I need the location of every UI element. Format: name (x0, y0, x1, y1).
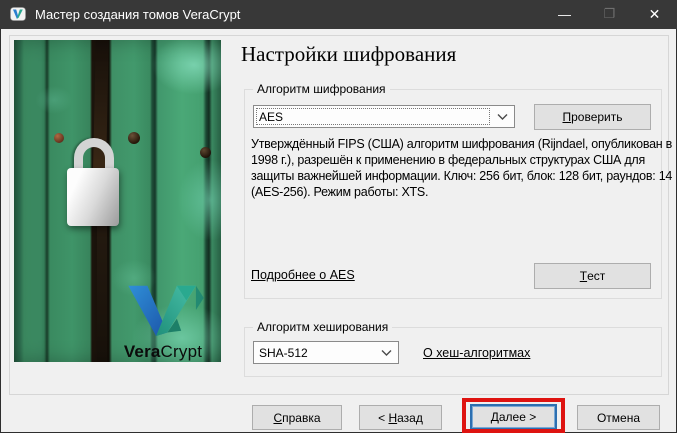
maximize-icon: ❐ (604, 6, 616, 22)
verify-button[interactable]: Проверить (534, 104, 651, 130)
back-button[interactable]: < Назад (359, 405, 442, 430)
minimize-icon: — (558, 7, 571, 22)
veracrypt-wizard-window: Мастер создания томов VeraCrypt — ❐ ✕ (0, 0, 677, 433)
door-seam (97, 222, 107, 362)
titlebar: Мастер создания томов VeraCrypt — ❐ ✕ (0, 0, 677, 29)
window-controls: — ❐ ✕ (542, 0, 677, 29)
hash-group-label: Алгоритм хеширования (253, 320, 392, 334)
hash-algorithm-value: SHA-512 (259, 346, 308, 360)
description-line: (AES-256). Режим работы: XTS. (251, 184, 661, 200)
description-line: Утверждённый FIPS (США) алгоритм шифрова… (251, 136, 661, 152)
veracrypt-app-icon (10, 6, 26, 22)
padlock-body (67, 168, 119, 226)
door-bolt (200, 147, 211, 158)
maximize-button: ❐ (587, 0, 632, 29)
algorithm-description: Утверждённый FIPS (США) алгоритм шифрова… (251, 136, 661, 200)
next-button[interactable]: Далее > (470, 404, 557, 430)
encryption-group-label: Алгоритм шифрования (253, 82, 390, 96)
logo-text-bold: Vera (124, 342, 161, 361)
encryption-algorithm-select[interactable]: AES (253, 105, 515, 128)
chevron-down-icon (381, 349, 392, 356)
veracrypt-logo: VeraCrypt (110, 284, 216, 362)
more-about-aes-link[interactable]: Подробнее о AES (251, 268, 355, 282)
veracrypt-logo-text: VeraCrypt (110, 342, 216, 362)
hash-info-link[interactable]: О хеш-алгоритмах (423, 346, 530, 360)
close-icon: ✕ (649, 6, 661, 23)
logo-text-regular: Crypt (161, 342, 203, 361)
wizard-banner-image: VeraCrypt (14, 40, 221, 362)
hash-algorithm-select[interactable]: SHA-512 (253, 341, 399, 364)
window-title: Мастер создания томов VeraCrypt (35, 7, 240, 22)
description-line: 1998 г.), разрешён к применению в федера… (251, 152, 661, 168)
focus-rect (256, 108, 490, 125)
close-button[interactable]: ✕ (632, 0, 677, 29)
cancel-button[interactable]: Отмена (577, 405, 660, 430)
chevron-down-icon (497, 113, 508, 120)
page-title: Настройки шифрования (241, 42, 456, 67)
door-bolt (128, 132, 140, 144)
help-button[interactable]: Справка (252, 405, 342, 430)
veracrypt-logo-icon (110, 284, 216, 336)
door-hasp (92, 40, 109, 210)
test-button[interactable]: Тест (534, 263, 651, 289)
padlock-shackle (74, 138, 114, 176)
minimize-button[interactable]: — (542, 0, 587, 29)
door-bolt (54, 133, 64, 143)
description-line: защиты важнейшей информации. Ключ: 256 б… (251, 168, 661, 184)
